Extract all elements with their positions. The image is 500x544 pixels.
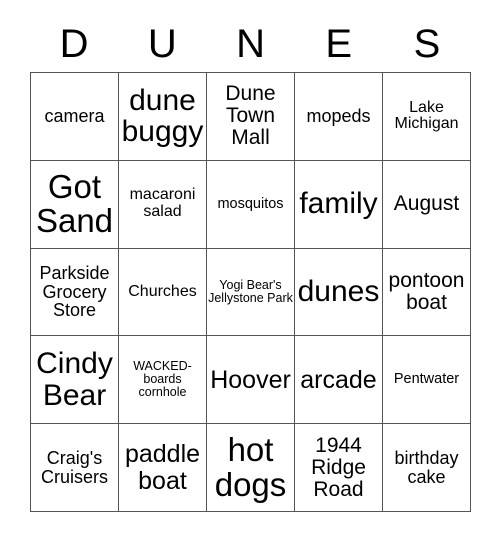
bingo-cell[interactable]: Craig's Cruisers xyxy=(31,424,119,512)
header-letter-n: N xyxy=(236,22,265,66)
bingo-cell-label: Churches xyxy=(128,282,197,300)
bingo-header-row: D U N E S xyxy=(30,16,471,72)
bingo-grid: camera dune buggy Dune Town Mall mopeds … xyxy=(30,72,471,512)
bingo-cell[interactable]: WACKED-boards cornhole xyxy=(119,336,207,425)
header-letter-e: E xyxy=(325,22,353,66)
bingo-cell-label: Craig's Cruisers xyxy=(40,447,108,487)
bingo-cell-label: Dune Town Mall xyxy=(225,82,276,150)
bingo-cell-label: August xyxy=(393,192,460,216)
bingo-cell-label: Got Sand xyxy=(35,167,114,240)
bingo-cell[interactable]: family xyxy=(295,160,383,249)
bingo-cell[interactable]: hot dogs xyxy=(207,424,295,512)
bingo-cell-label: dunes xyxy=(297,275,380,309)
bingo-cell[interactable]: dunes xyxy=(295,248,383,337)
bingo-cell-label: camera xyxy=(44,105,105,126)
bingo-cell-label: Pentwater xyxy=(393,371,460,388)
bingo-cell[interactable]: Dune Town Mall xyxy=(207,73,295,161)
bingo-cell[interactable]: Hoover xyxy=(207,336,295,425)
bingo-cell-label: mosquitos xyxy=(217,195,284,212)
bingo-cell[interactable]: August xyxy=(383,160,471,249)
bingo-cell[interactable]: 1944 Ridge Road xyxy=(295,424,383,512)
header-letter-u: U xyxy=(147,22,177,66)
bingo-cell-label: WACKED-boards cornhole xyxy=(133,359,192,400)
bingo-cell-label: dune buggy xyxy=(121,83,204,149)
bingo-cell[interactable]: arcade xyxy=(295,336,383,425)
header-letter-s: S xyxy=(413,22,441,66)
bingo-cell-label: hot dogs xyxy=(214,430,287,503)
bingo-cell[interactable]: pontoon boat xyxy=(383,248,471,337)
bingo-cell[interactable]: Got Sand xyxy=(31,160,119,249)
bingo-cell-label: macaroni salad xyxy=(129,186,196,221)
bingo-cell[interactable]: Parkside Grocery Store xyxy=(31,248,119,337)
header-letter-d: D xyxy=(59,22,89,66)
bingo-cell[interactable]: mosquitos xyxy=(207,160,295,249)
bingo-cell-label: pontoon boat xyxy=(388,268,465,314)
bingo-cell[interactable]: birthday cake xyxy=(383,424,471,512)
bingo-cell[interactable]: camera xyxy=(31,73,119,161)
bingo-cell[interactable]: Pentwater xyxy=(383,336,471,425)
bingo-cell[interactable]: macaroni salad xyxy=(119,160,207,249)
bingo-cell-label: arcade xyxy=(300,365,377,394)
bingo-cell-label: Hoover xyxy=(210,365,291,394)
bingo-cell[interactable]: Lake Michigan xyxy=(383,73,471,161)
bingo-cell-label: birthday cake xyxy=(394,447,459,487)
bingo-cell[interactable]: Churches xyxy=(119,248,207,337)
bingo-cell[interactable]: paddle boat xyxy=(119,424,207,512)
bingo-cell-label: Parkside Grocery Store xyxy=(39,262,110,321)
bingo-cell-label: family xyxy=(299,187,378,221)
bingo-cell[interactable]: Yogi Bear's Jellystone Park xyxy=(207,248,295,337)
bingo-cell[interactable]: mopeds xyxy=(295,73,383,161)
bingo-cell[interactable]: Cindy Bear xyxy=(31,336,119,425)
bingo-cell-label: 1944 Ridge Road xyxy=(311,433,366,501)
bingo-cell-label: Yogi Bear's Jellystone Park xyxy=(208,277,293,305)
bingo-card: D U N E S camera dune buggy Dune Town Ma… xyxy=(0,0,500,544)
bingo-cell-label: mopeds xyxy=(306,105,371,126)
bingo-cell-label: paddle boat xyxy=(124,440,201,495)
bingo-cell[interactable]: dune buggy xyxy=(119,73,207,161)
bingo-cell-label: Lake Michigan xyxy=(394,98,459,133)
bingo-cell-label: Cindy Bear xyxy=(36,347,113,412)
